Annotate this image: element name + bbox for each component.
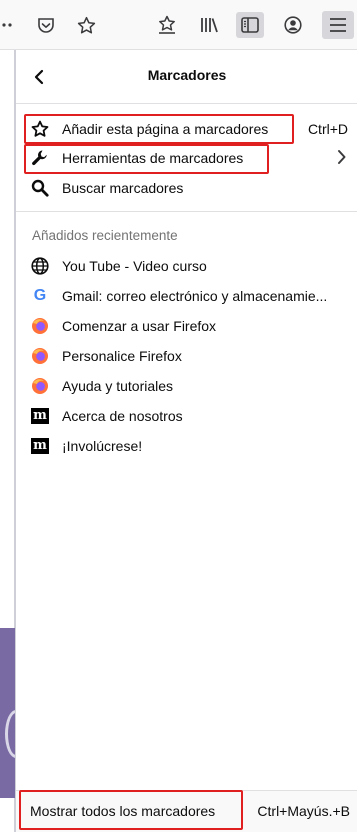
recent-bookmark-item[interactable]: m Acerca de nosotros [16, 402, 357, 430]
recent-bookmark-label: You Tube - Video curso [62, 258, 207, 274]
recent-bookmark-label: Personalice Firefox [62, 348, 182, 364]
highlight-bookmark-tools [24, 144, 269, 174]
globe-icon [31, 257, 49, 275]
firefox-icon [31, 377, 49, 395]
recent-bookmark-item[interactable]: Personalice Firefox [16, 342, 357, 370]
bookmarks-menu-icon[interactable] [154, 13, 180, 37]
highlight-add-bookmark [24, 114, 294, 144]
highlight-show-all [19, 790, 243, 830]
show-all-bookmarks-shortcut: Ctrl+Mayús.+B [257, 803, 350, 819]
recent-bookmark-item[interactable]: Ayuda y tutoriales [16, 372, 357, 400]
firefox-icon [31, 317, 49, 335]
recent-bookmark-item[interactable]: m ¡Involúcrese! [16, 432, 357, 460]
chevron-right-icon [337, 149, 346, 168]
search-bookmarks-label: Buscar marcadores [62, 180, 184, 196]
recent-bookmark-label: Gmail: correo electrónico y almacenamie.… [62, 288, 328, 304]
search-bookmarks-item[interactable]: Buscar marcadores [16, 174, 357, 202]
mozilla-favicon-icon: m [31, 437, 49, 455]
google-favicon-glyph: G [33, 287, 47, 304]
recent-heading: Añadidos recientemente [32, 228, 178, 243]
google-favicon-icon: G [31, 287, 49, 305]
panel-title: Marcadores [147, 67, 227, 83]
recent-bookmark-label: Comenzar a usar Firefox [62, 318, 217, 334]
recent-bookmark-label: ¡Involúcrese! [62, 438, 143, 454]
account-icon[interactable] [280, 13, 306, 37]
bookmarks-panel: Marcadores Añadir esta página a marcador… [15, 50, 357, 832]
pocket-icon[interactable] [34, 13, 58, 37]
library-icon[interactable] [196, 13, 222, 37]
recent-bookmark-item[interactable]: You Tube - Video curso [16, 252, 357, 280]
hamburger-menu-icon[interactable] [322, 11, 354, 39]
bookmark-star-icon[interactable] [74, 13, 98, 37]
recent-bookmark-item[interactable]: Comenzar a usar Firefox [16, 312, 357, 340]
overflow-dots-icon[interactable] [0, 13, 20, 37]
mozilla-favicon-glyph: m [31, 408, 49, 424]
add-bookmark-shortcut: Ctrl+D [307, 121, 348, 137]
separator [16, 211, 357, 212]
mozilla-favicon-icon: m [31, 407, 49, 425]
browser-toolbar [0, 0, 357, 50]
recent-bookmark-item[interactable]: G Gmail: correo electrónico y almacenami… [16, 282, 357, 310]
panel-header: Marcadores [16, 50, 357, 104]
mozilla-favicon-glyph: m [31, 438, 49, 454]
firefox-icon [31, 347, 49, 365]
sidebar-toggle-icon[interactable] [236, 12, 264, 38]
search-icon [31, 179, 49, 197]
recent-bookmark-label: Ayuda y tutoriales [62, 378, 174, 394]
recent-bookmark-label: Acerca de nosotros [62, 408, 183, 424]
